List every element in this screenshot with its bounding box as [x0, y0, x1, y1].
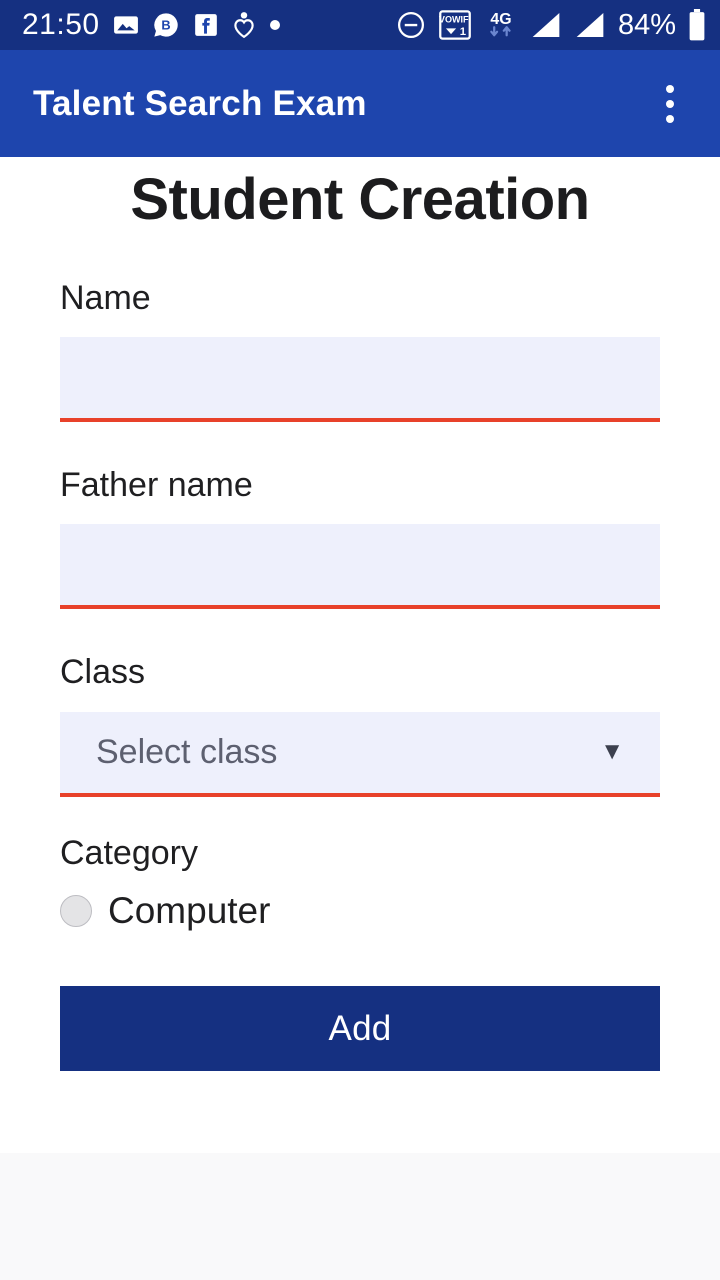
photo-icon	[113, 12, 139, 38]
category-label: Category	[60, 833, 198, 872]
mobile-data-4g-icon: 4G	[484, 8, 518, 42]
battery-icon	[688, 9, 706, 41]
category-option-label: Computer	[108, 890, 271, 932]
phone-screen: 21:50 B VOWIFI 1 4G 84% Talent Search Ex…	[0, 0, 720, 1280]
health-heart-icon	[232, 11, 256, 39]
dot-icon	[269, 19, 281, 31]
page-title: Student Creation	[130, 167, 590, 232]
radio-button-icon[interactable]	[60, 894, 92, 927]
status-clock: 21:50	[22, 8, 100, 41]
class-select[interactable]: Select class ▼	[60, 711, 660, 797]
svg-text:B: B	[161, 18, 170, 33]
overflow-dot-icon	[666, 114, 674, 123]
father-name-label: Father name	[60, 465, 253, 504]
overflow-menu-button[interactable]	[642, 76, 698, 132]
signal-bars-sim1-icon	[530, 10, 562, 40]
add-button[interactable]: Add	[60, 986, 660, 1072]
chevron-down-icon: ▼	[600, 738, 624, 766]
facebook-icon	[193, 12, 219, 38]
form-card: Student Creation Name Father name Class …	[0, 157, 720, 1153]
vowifi-icon: VOWIFI 1	[438, 8, 472, 42]
botim-b-chat-icon: B	[152, 11, 180, 39]
name-label: Name	[60, 278, 151, 317]
status-bar-right: VOWIFI 1 4G 84%	[396, 8, 706, 42]
class-select-value: Select class	[96, 732, 278, 771]
name-input[interactable]	[60, 336, 660, 422]
status-bar-left: 21:50 B	[22, 10, 281, 40]
svg-text:VOWIFI: VOWIFI	[439, 15, 471, 25]
father-name-input[interactable]	[60, 524, 660, 610]
app-bar: Talent Search Exam	[0, 50, 720, 157]
signal-bars-sim2-icon	[574, 10, 606, 40]
overflow-dot-icon	[666, 84, 674, 93]
svg-text:4G: 4G	[490, 11, 511, 28]
status-bar: 21:50 B VOWIFI 1 4G 84%	[0, 0, 720, 50]
app-title: Talent Search Exam	[33, 83, 367, 123]
class-label: Class	[60, 653, 146, 692]
battery-percent-label: 84%	[617, 8, 676, 41]
do-not-disturb-icon	[396, 10, 426, 40]
svg-text:1: 1	[460, 26, 466, 38]
overflow-dot-icon	[666, 99, 674, 108]
category-option-computer[interactable]: Computer	[60, 892, 270, 929]
class-select-wrapper: Select class ▼	[60, 711, 660, 797]
